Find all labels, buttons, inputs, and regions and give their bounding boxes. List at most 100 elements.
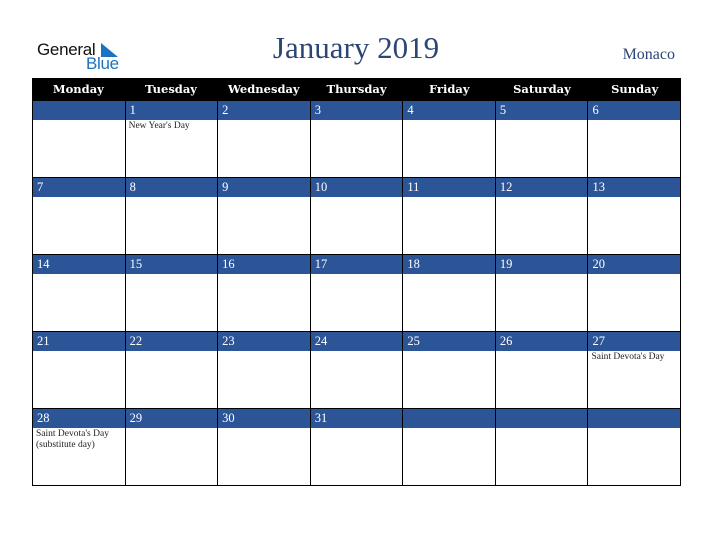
- day-cell: 7: [32, 178, 125, 255]
- day-number: 16: [218, 255, 310, 274]
- day-cell: 22: [124, 332, 218, 409]
- day-number: 6: [588, 101, 681, 120]
- holiday-label: [311, 120, 403, 122]
- day-number: 4: [403, 101, 495, 120]
- day-cell: 30: [217, 409, 310, 486]
- holiday-label: [218, 197, 310, 199]
- holiday-label: [588, 428, 680, 430]
- holiday-label: [496, 274, 588, 276]
- day-number: 22: [125, 332, 218, 351]
- weeks-container: 1 New Year's Day 2 3 4 5 6 7 8 9 10 11 12 13 14 15 16 17 1…: [32, 101, 682, 486]
- holiday-label: [496, 351, 588, 353]
- day-number: 20: [588, 255, 681, 274]
- holiday-label: [588, 197, 680, 199]
- day-cell: 23: [217, 332, 310, 409]
- day-cell: 4: [402, 101, 495, 178]
- holiday-label: Saint Devota's Day: [591, 352, 665, 362]
- day-number: 7: [33, 178, 125, 197]
- day-cell: 29: [124, 409, 218, 486]
- day-cell: [494, 409, 588, 486]
- day-cell: 10: [309, 178, 403, 255]
- day-cell: 16: [217, 255, 310, 332]
- day-number: [588, 409, 681, 428]
- day-number: 9: [218, 178, 310, 197]
- week-row: 28 Saint Devota's Day (substitute day) 29 3…: [32, 409, 682, 486]
- weekday-header: Monday Tuesday Wednesday Thursday Friday…: [32, 78, 681, 101]
- day-cell: [402, 409, 495, 486]
- holiday-label: [403, 351, 495, 353]
- day-cell: 17: [309, 255, 403, 332]
- day-number: 24: [310, 332, 403, 351]
- day-cell: 1 New Year's Day: [124, 101, 218, 178]
- country-label: Monaco: [622, 46, 675, 63]
- week-row: 7 8 9 10 11 12 13: [32, 178, 682, 255]
- day-cell: 9: [217, 178, 310, 255]
- weekday-monday: Monday: [52, 82, 104, 96]
- day-number: 30: [218, 409, 310, 428]
- holiday-label: [403, 120, 495, 122]
- day-number: [403, 409, 495, 428]
- holiday-label: [496, 428, 588, 430]
- holiday-label: [403, 197, 495, 199]
- week-row: 21 22 23 24 25 26 27 Saint Devota's Day: [32, 332, 682, 409]
- day-cell: [32, 101, 125, 178]
- day-number: 5: [495, 101, 588, 120]
- day-number: 28: [33, 409, 125, 428]
- day-cell: 26: [494, 332, 588, 409]
- week-row: 1 New Year's Day 2 3 4 5 6: [32, 101, 682, 178]
- holiday-label: New Year's Day: [128, 121, 190, 131]
- day-cell: 19: [494, 255, 588, 332]
- holiday-label: [126, 197, 218, 199]
- day-number: 12: [495, 178, 588, 197]
- weekday-thursday: Thursday: [326, 82, 387, 96]
- day-number: 2: [218, 101, 310, 120]
- holiday-label: [218, 351, 310, 353]
- day-cell: 27 Saint Devota's Day: [587, 332, 682, 409]
- day-number: 11: [403, 178, 495, 197]
- day-number: 10: [310, 178, 403, 197]
- holiday-label: [311, 351, 403, 353]
- day-cell: 5: [494, 101, 588, 178]
- holiday-label: [311, 428, 403, 430]
- day-number: 14: [33, 255, 125, 274]
- day-cell: 24: [309, 332, 403, 409]
- day-number: 25: [403, 332, 495, 351]
- weekday-sunday: Sunday: [611, 82, 659, 96]
- day-number: 13: [588, 178, 681, 197]
- day-number: [495, 409, 588, 428]
- holiday-label: [33, 197, 125, 199]
- day-cell: 3: [309, 101, 403, 178]
- day-number: [33, 101, 125, 120]
- day-number: 1: [125, 101, 218, 120]
- day-number: 23: [218, 332, 310, 351]
- day-number: 8: [125, 178, 218, 197]
- holiday-label: [218, 428, 310, 430]
- day-cell: 31: [309, 409, 403, 486]
- holiday-label: [496, 120, 588, 122]
- day-cell: 14: [32, 255, 125, 332]
- weekday-saturday: Saturday: [513, 82, 571, 96]
- holiday-label: [588, 120, 680, 122]
- holiday-label: [311, 197, 403, 199]
- calendar-title: January 2019: [272, 30, 440, 65]
- day-number: 17: [310, 255, 403, 274]
- day-cell: 20: [587, 255, 682, 332]
- day-cell: 18: [402, 255, 495, 332]
- day-cell: 13: [587, 178, 682, 255]
- day-cell: 15: [124, 255, 218, 332]
- day-number: 26: [495, 332, 588, 351]
- weekday-friday: Friday: [428, 82, 470, 96]
- holiday-label: [33, 274, 125, 276]
- holiday-label: [33, 120, 125, 122]
- day-cell: 25: [402, 332, 495, 409]
- holiday-label: [33, 351, 125, 353]
- holiday-label: [218, 274, 310, 276]
- holiday-label: [126, 351, 218, 353]
- day-number: 15: [125, 255, 218, 274]
- day-number: 3: [310, 101, 403, 120]
- day-number: 31: [310, 409, 403, 428]
- day-cell: 6: [587, 101, 682, 178]
- holiday-label: Saint Devota's Day (substitute day): [36, 429, 109, 450]
- holiday-label: [218, 120, 310, 122]
- holiday-label: [311, 274, 403, 276]
